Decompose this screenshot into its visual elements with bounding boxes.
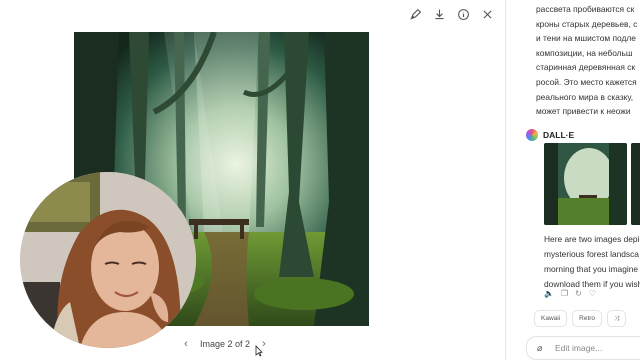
style-chip-kawaii[interactable]: Kawaii (534, 310, 568, 327)
prompt-line: реального мира в сказку, (536, 91, 634, 102)
copy-icon[interactable]: ❐ (561, 289, 568, 298)
response-line: mysterious forest landsca (544, 249, 639, 259)
prompt-line: кроны старых деревьев, с (536, 18, 638, 29)
prompt-line: росой. Это место кажется (536, 76, 637, 87)
image-counter: Image 2 of 2 (199, 339, 251, 349)
close-icon[interactable] (479, 6, 495, 22)
style-chip-retro[interactable]: Retro (572, 310, 603, 327)
image-viewer: ‹ Image 2 of 2 › (0, 0, 505, 360)
previous-image-button[interactable]: ‹ (180, 338, 192, 350)
prompt-line: и тени на мшистом подле (536, 33, 636, 44)
prompt-line: может привести к неожи (536, 106, 631, 117)
prompt-line: композиции, на небольш (536, 47, 633, 58)
response-line: morning that you imagine (544, 264, 639, 274)
shuffle-styles-button[interactable]: ⤨ (607, 310, 627, 327)
message-actions: 🔈 ❐ ↻ ♡ (544, 289, 596, 298)
prompt-text: рассвета пробиваются ск кроны старых дер… (536, 2, 640, 119)
thumbnail-image-2[interactable] (631, 143, 640, 225)
webcam-overlay (20, 172, 196, 348)
regenerate-icon[interactable]: ↻ (575, 289, 582, 298)
edit-image-icon[interactable] (407, 6, 423, 22)
assistant-name: DALL·E (543, 130, 575, 140)
prompt-line: старинная деревянная ск (536, 62, 636, 73)
response-line: Here are two images depi (544, 234, 640, 244)
style-chips: Kawaii Retro ⤨ (534, 310, 627, 327)
thumbnail-image-1[interactable] (544, 143, 627, 225)
mouse-cursor-icon (255, 345, 263, 357)
response-text: Here are two images depi mysterious fore… (544, 232, 640, 292)
thumbs-down-icon[interactable]: ♡ (589, 289, 596, 298)
viewer-toolbar (407, 6, 495, 22)
chat-sidebar: рассвета пробиваются ск кроны старых дер… (506, 0, 640, 360)
image-thumbnails (544, 143, 640, 225)
attach-icon[interactable]: ⌀ (537, 343, 547, 354)
info-icon[interactable] (455, 6, 471, 22)
download-icon[interactable] (431, 6, 447, 22)
prompt-line: рассвета пробиваются ск (536, 4, 635, 14)
read-aloud-icon[interactable]: 🔈 (544, 289, 554, 298)
dalle-avatar (526, 129, 538, 141)
edit-image-placeholder: Edit image... (555, 343, 603, 353)
edit-image-input[interactable]: ⌀ Edit image... (526, 336, 640, 360)
assistant-header: DALL·E (526, 129, 574, 141)
